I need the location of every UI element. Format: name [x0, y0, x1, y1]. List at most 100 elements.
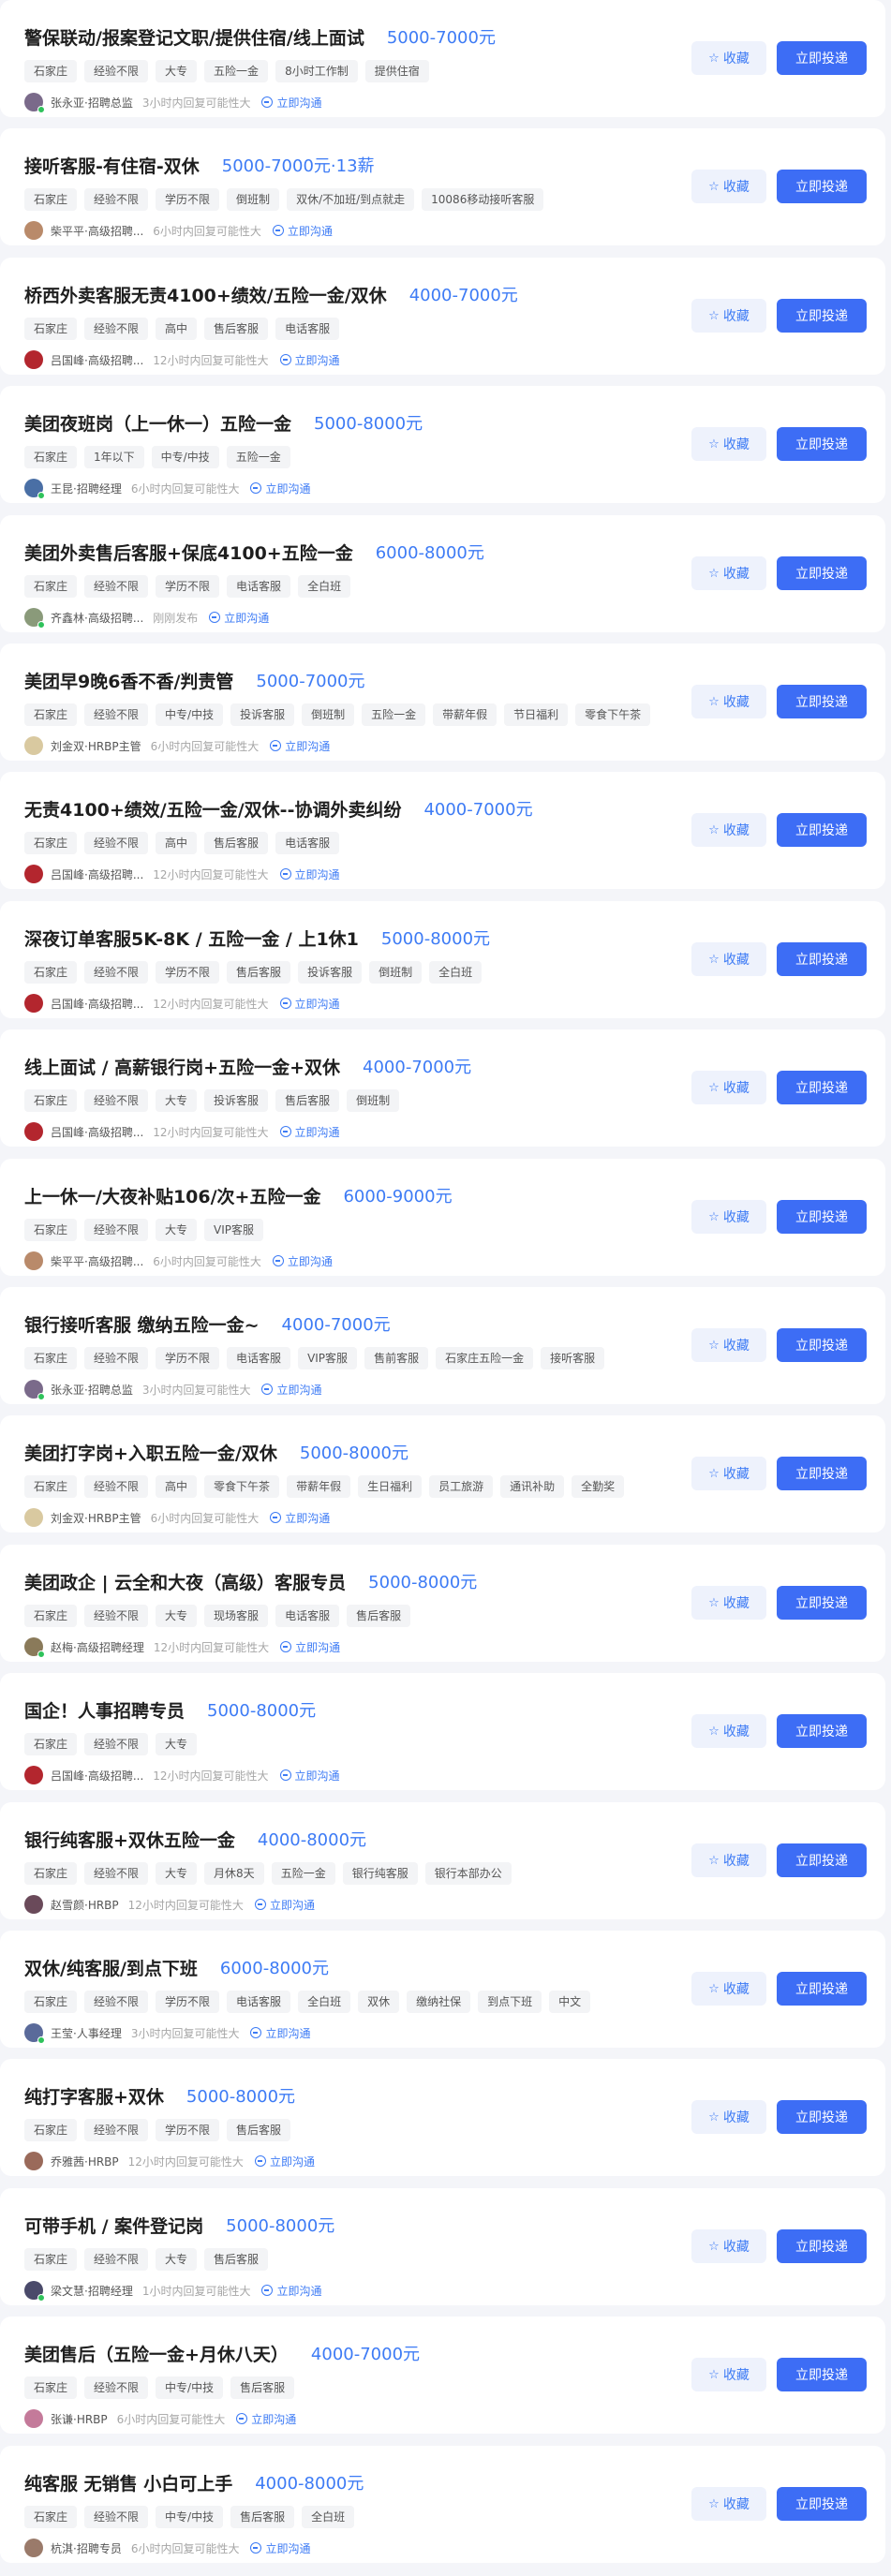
- apply-now-button[interactable]: 立即投递: [777, 2487, 867, 2521]
- chat-now-link[interactable]: 立即沟通: [261, 2283, 321, 2299]
- job-card[interactable]: 桥西外卖客服无责4100+绩效/五险一金/双休 4000-7000元 石家庄 经验不限…: [0, 258, 885, 375]
- chat-now-link[interactable]: 立即沟通: [279, 996, 340, 1012]
- job-title[interactable]: 深夜订单客服5K-8K / 五险一金 / 上1休1: [24, 925, 359, 951]
- favorite-button[interactable]: ☆ 收藏: [691, 1714, 766, 1748]
- chat-now-link[interactable]: 立即沟通: [261, 95, 321, 111]
- chat-now-link[interactable]: 立即沟通: [254, 2154, 315, 2169]
- job-card[interactable]: 上一休一/大夜补贴106/次+五险一金 6000-9000元 石家庄 经验不限 大专 VI…: [0, 1159, 885, 1276]
- chat-now-link[interactable]: 立即沟通: [279, 866, 340, 882]
- apply-now-button[interactable]: 立即投递: [777, 1714, 867, 1748]
- apply-now-button[interactable]: 立即投递: [777, 556, 867, 590]
- job-title[interactable]: 桥西外卖客服无责4100+绩效/五险一金/双休: [24, 282, 387, 307]
- job-title[interactable]: 美团售后（五险一金+月休八天）: [24, 2341, 289, 2366]
- favorite-button[interactable]: ☆ 收藏: [691, 1972, 766, 2006]
- chat-now-link[interactable]: 立即沟通: [279, 352, 340, 368]
- job-card[interactable]: 无责4100+绩效/五险一金/双休--协调外卖纠纷 4000-7000元 石家庄 经验…: [0, 772, 885, 889]
- chat-now-link[interactable]: 立即沟通: [261, 1382, 321, 1398]
- job-title[interactable]: 美团早9晚6香不香/判责管: [24, 668, 233, 693]
- chat-now-link[interactable]: 立即沟通: [250, 2025, 310, 2041]
- chat-now-link[interactable]: 立即沟通: [279, 1768, 340, 1784]
- favorite-button[interactable]: ☆ 收藏: [691, 2358, 766, 2391]
- chat-now-link[interactable]: 立即沟通: [280, 1639, 340, 1655]
- chat-now-link[interactable]: 立即沟通: [272, 1253, 333, 1269]
- chat-now-link[interactable]: 立即沟通: [270, 738, 330, 754]
- job-title[interactable]: 美团政企 | 云全和大夜（高级）客服专员: [24, 1569, 346, 1594]
- favorite-button[interactable]: ☆ 收藏: [691, 170, 766, 203]
- job-title[interactable]: 可带手机 / 案件登记岗: [24, 2213, 203, 2238]
- favorite-button[interactable]: ☆ 收藏: [691, 1586, 766, 1620]
- apply-now-button[interactable]: 立即投递: [777, 170, 867, 203]
- chat-now-link[interactable]: 立即沟通: [209, 610, 269, 626]
- job-card[interactable]: 银行纯客服+双休五险一金 4000-8000元 石家庄 经验不限 大专 月休8天 五险一金银…: [0, 1802, 885, 1919]
- apply-now-button[interactable]: 立即投递: [777, 299, 867, 333]
- job-title[interactable]: 无责4100+绩效/五险一金/双休--协调外卖纠纷: [24, 796, 401, 822]
- job-card[interactable]: 警保联动/报案登记文职/提供住宿/线上面试 5000-7000元 石家庄 经验不限 大专…: [0, 0, 885, 117]
- job-card[interactable]: 美团外卖售后客服+保底4100+五险一金 6000-8000元 石家庄 经验不限 学历不…: [0, 515, 885, 632]
- chat-now-link[interactable]: 立即沟通: [236, 2411, 296, 2427]
- favorite-button[interactable]: ☆ 收藏: [691, 2229, 766, 2263]
- chat-now-link[interactable]: 立即沟通: [279, 1124, 340, 1140]
- job-card[interactable]: 接听客服-有住宿-双休 5000-7000元·13薪 石家庄 经验不限 学历不限 倒班制双…: [0, 128, 885, 245]
- job-card[interactable]: 纯打字客服+双休 5000-8000元 石家庄 经验不限 学历不限 售后客服 乔雅茜·HRB…: [0, 2059, 885, 2176]
- job-title[interactable]: 警保联动/报案登记文职/提供住宿/线上面试: [24, 24, 364, 50]
- job-title[interactable]: 银行纯客服+双休五险一金: [24, 1827, 235, 1852]
- apply-now-button[interactable]: 立即投递: [777, 1586, 867, 1620]
- apply-now-button[interactable]: 立即投递: [777, 1457, 867, 1490]
- chat-now-link[interactable]: 立即沟通: [254, 1897, 315, 1913]
- chat-now-link[interactable]: 立即沟通: [270, 1510, 330, 1526]
- job-card[interactable]: 双休/纯客服/到点下班 6000-8000元 石家庄 经验不限 学历不限 电话客服 全白班双…: [0, 1931, 885, 2048]
- apply-now-button[interactable]: 立即投递: [777, 1843, 867, 1877]
- favorite-button[interactable]: ☆ 收藏: [691, 1457, 766, 1490]
- job-card[interactable]: 线上面试 / 高薪银行岗+五险一金+双休 4000-7000元 石家庄 经验不限 大专投…: [0, 1029, 885, 1147]
- job-title[interactable]: 双休/纯客服/到点下班: [24, 1955, 198, 1980]
- apply-now-button[interactable]: 立即投递: [777, 2229, 867, 2263]
- job-card[interactable]: 深夜订单客服5K-8K / 五险一金 / 上1休1 5000-8000元 石家庄 经验…: [0, 901, 885, 1018]
- favorite-button[interactable]: ☆ 收藏: [691, 41, 766, 75]
- job-card[interactable]: 可带手机 / 案件登记岗 5000-8000元 石家庄 经验不限 大专 售后客服 梁文慧·招…: [0, 2188, 885, 2305]
- job-title[interactable]: 接听客服-有住宿-双休: [24, 153, 200, 178]
- favorite-button[interactable]: ☆ 收藏: [691, 1071, 766, 1104]
- job-card[interactable]: 国企！人事招聘专员 5000-8000元 石家庄 经验不限 大专 吕国峰·高级招聘... 1…: [0, 1673, 885, 1790]
- apply-now-button[interactable]: 立即投递: [777, 1972, 867, 2006]
- apply-now-button[interactable]: 立即投递: [777, 813, 867, 847]
- chat-now-link[interactable]: 立即沟通: [250, 2540, 310, 2556]
- job-title[interactable]: 美团夜班岗（上一休一）五险一金: [24, 410, 291, 436]
- favorite-button[interactable]: ☆ 收藏: [691, 1328, 766, 1362]
- job-card[interactable]: 美团打字岗+入职五险一金/双休 5000-8000元 石家庄 经验不限 高中 零食下午茶带…: [0, 1415, 885, 1532]
- favorite-button[interactable]: ☆ 收藏: [691, 427, 766, 461]
- job-title[interactable]: 银行接听客服 缴纳五险一金~: [24, 1311, 260, 1337]
- chat-now-link[interactable]: 立即沟通: [250, 481, 310, 496]
- job-title[interactable]: 纯打字客服+双休: [24, 2083, 164, 2109]
- chat-now-link[interactable]: 立即沟通: [272, 223, 333, 239]
- job-title[interactable]: 纯客服 无销售 小白可上手: [24, 2470, 232, 2495]
- favorite-button[interactable]: ☆ 收藏: [691, 556, 766, 590]
- favorite-button[interactable]: ☆ 收藏: [691, 685, 766, 718]
- apply-now-button[interactable]: 立即投递: [777, 2100, 867, 2134]
- job-card[interactable]: 美团早9晚6香不香/判责管 5000-7000元 石家庄 经验不限 中专/中技 投诉客服倒…: [0, 644, 885, 761]
- apply-now-button[interactable]: 立即投递: [777, 1200, 867, 1234]
- job-title[interactable]: 美团打字岗+入职五险一金/双休: [24, 1440, 277, 1465]
- job-card[interactable]: 纯客服 无销售 小白可上手 4000-8000元 石家庄 经验不限 中专/中技 售后客服全…: [0, 2446, 885, 2563]
- favorite-button[interactable]: ☆ 收藏: [691, 2100, 766, 2134]
- favorite-button[interactable]: ☆ 收藏: [691, 813, 766, 847]
- favorite-button[interactable]: ☆ 收藏: [691, 2487, 766, 2521]
- apply-now-button[interactable]: 立即投递: [777, 1328, 867, 1362]
- job-card[interactable]: 银行接听客服 缴纳五险一金~ 4000-7000元 石家庄 经验不限 学历不限 电话客服 V…: [0, 1287, 885, 1404]
- job-title[interactable]: 美团外卖售后客服+保底4100+五险一金: [24, 540, 353, 565]
- favorite-button[interactable]: ☆ 收藏: [691, 1200, 766, 1234]
- job-title[interactable]: 线上面试 / 高薪银行岗+五险一金+双休: [24, 1054, 340, 1079]
- apply-now-button[interactable]: 立即投递: [777, 2358, 867, 2391]
- favorite-button[interactable]: ☆ 收藏: [691, 299, 766, 333]
- apply-now-button[interactable]: 立即投递: [777, 1071, 867, 1104]
- apply-now-button[interactable]: 立即投递: [777, 942, 867, 976]
- job-title[interactable]: 国企！人事招聘专员: [24, 1697, 185, 1723]
- job-card[interactable]: 美团售后（五险一金+月休八天） 4000-7000元 石家庄 经验不限 中专/中技 售后客…: [0, 2317, 885, 2434]
- job-card[interactable]: 美团夜班岗（上一休一）五险一金 5000-8000元 石家庄 1年以下 中专/中技 五险一…: [0, 386, 885, 503]
- apply-now-button[interactable]: 立即投递: [777, 41, 867, 75]
- apply-now-button[interactable]: 立即投递: [777, 427, 867, 461]
- favorite-button[interactable]: ☆ 收藏: [691, 942, 766, 976]
- job-title[interactable]: 上一休一/大夜补贴106/次+五险一金: [24, 1183, 320, 1208]
- apply-now-button[interactable]: 立即投递: [777, 685, 867, 718]
- favorite-button[interactable]: ☆ 收藏: [691, 1843, 766, 1877]
- job-card[interactable]: 美团政企 | 云全和大夜（高级）客服专员 5000-8000元 石家庄 经验不限 大专现…: [0, 1545, 885, 1662]
